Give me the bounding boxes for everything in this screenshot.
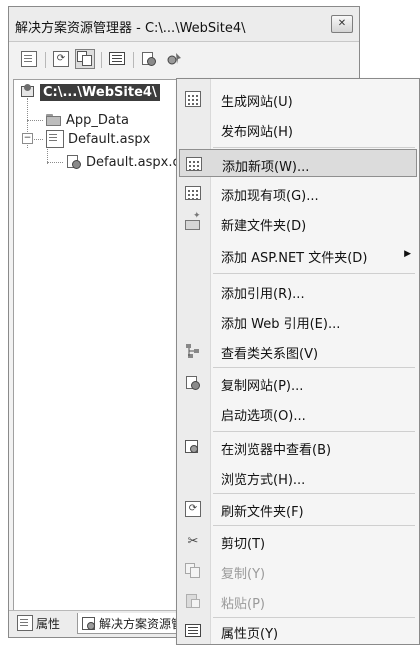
menu-item-label: 剪切(T) <box>221 537 266 552</box>
menu-item-label: 添加 ASP.NET 文件夹(D) <box>221 251 368 266</box>
class-diagram-icon <box>185 343 201 359</box>
nest-related-files-icon <box>77 51 93 67</box>
menu-item-label: 添加引用(R)... <box>221 287 305 302</box>
menu-item-label: 在浏览器中查看(B) <box>221 443 332 458</box>
menu-item-label: 复制(Y) <box>221 567 266 582</box>
menu-item-build-website[interactable]: 生成网站(U) <box>179 85 417 113</box>
copy-icon <box>185 563 201 579</box>
menu-item-add-aspnet-folder[interactable]: 添加 ASP.NET 文件夹(D) ▶ <box>179 241 417 269</box>
submenu-arrow-icon: ▶ <box>404 249 411 259</box>
menu-separator <box>213 431 415 432</box>
menu-separator <box>213 367 415 368</box>
folder-icon <box>46 112 62 128</box>
copy-website-button[interactable] <box>139 49 159 69</box>
tree-node-default-aspx-cs[interactable]: Default.aspx.cs <box>66 152 186 172</box>
properties-tab-icon <box>17 615 33 631</box>
menu-item-label: 查看类关系图(V) <box>221 347 319 362</box>
menu-item-add-new-item[interactable]: 添加新项(W)... <box>179 149 417 177</box>
refresh-icon: ⟳ <box>53 51 69 67</box>
tree-node-label: Default.aspx.cs <box>86 154 187 170</box>
menu-item-label: 刷新文件夹(F) <box>221 505 304 520</box>
tree-connector <box>32 139 43 140</box>
view-code-icon <box>109 51 125 67</box>
cut-icon: ✂ <box>187 533 199 549</box>
solution-explorer-tab-icon <box>82 616 96 630</box>
menu-item-label: 粘贴(P) <box>221 597 265 612</box>
menu-item-new-folder[interactable]: 新建文件夹(D) <box>179 209 417 237</box>
menu-item-add-existing-item[interactable]: 添加现有项(G)... <box>179 179 417 207</box>
menu-item-copy-website[interactable]: 复制网站(P)... <box>179 369 417 397</box>
close-icon: ✕ <box>337 18 347 29</box>
refresh-folder-icon: ⟳ <box>185 501 201 517</box>
menu-item-label: 复制网站(P)... <box>221 379 304 394</box>
build-icon <box>185 91 201 107</box>
menu-item-label: 生成网站(U) <box>221 95 293 110</box>
menu-item-publish-website[interactable]: 发布网站(H) <box>179 115 417 143</box>
tree-connector <box>27 120 43 121</box>
nest-related-files-button[interactable] <box>75 49 95 69</box>
copy-website-icon <box>185 375 201 391</box>
toolbar-separator <box>45 52 46 68</box>
new-folder-icon <box>185 211 201 231</box>
refresh-button[interactable]: ⟳ <box>51 49 71 69</box>
menu-item-label: 新建文件夹(D) <box>221 219 307 234</box>
menu-item-label: 发布网站(H) <box>221 125 293 140</box>
menu-item-cut[interactable]: ✂ 剪切(T) <box>179 527 417 555</box>
menu-item-label: 添加现有项(G)... <box>221 189 319 204</box>
tab-label: 属性 <box>36 616 61 631</box>
menu-separator <box>213 493 415 494</box>
tree-node-app-data[interactable]: App_Data <box>46 110 129 130</box>
collapse-toggle[interactable]: − <box>22 133 33 144</box>
tab-properties[interactable]: 属性 <box>13 613 64 633</box>
toolbar-separator <box>133 52 134 68</box>
view-in-browser-icon <box>185 439 201 455</box>
close-button[interactable]: ✕ <box>331 15 353 33</box>
add-new-item-icon <box>186 156 202 172</box>
menu-item-property-pages[interactable]: 属性页(Y) <box>179 617 417 645</box>
menu-separator <box>213 525 415 526</box>
menu-item-add-reference[interactable]: 添加引用(R)... <box>179 277 417 305</box>
tree-node-label: C:\...\WebSite4\ <box>40 83 160 101</box>
menu-item-copy[interactable]: 复制(Y) <box>179 557 417 585</box>
copy-website-icon <box>141 51 157 67</box>
menu-item-refresh-folder[interactable]: ⟳ 刷新文件夹(F) <box>179 495 417 523</box>
tree-connector <box>47 162 63 163</box>
property-pages-icon <box>185 623 201 639</box>
aspx-page-icon <box>46 130 64 148</box>
paste-icon <box>185 593 201 609</box>
menu-item-view-class-diagram[interactable]: 查看类关系图(V) <box>179 337 417 365</box>
menu-item-paste[interactable]: 粘贴(P) <box>179 587 417 615</box>
menu-separator <box>213 147 415 148</box>
toolbar-separator <box>101 52 102 68</box>
tree-node-default-aspx[interactable]: Default.aspx <box>46 129 150 149</box>
menu-item-label: 添加 Web 引用(E)... <box>221 317 341 332</box>
tree-node-website-root[interactable]: C:\...\WebSite4\ <box>20 82 160 102</box>
panel-toolbar: ⟳ <box>9 45 359 77</box>
properties-button[interactable] <box>19 49 39 69</box>
menu-item-label: 添加新项(W)... <box>222 160 310 175</box>
tree-node-label: Default.aspx <box>68 131 151 147</box>
panel-title: 解决方案资源管理器 - C:\...\WebSite4\ <box>15 21 246 36</box>
menu-item-add-web-reference[interactable]: 添加 Web 引用(E)... <box>179 307 417 335</box>
properties-icon <box>21 51 37 67</box>
website-icon <box>20 84 36 100</box>
tree-node-label: App_Data <box>66 112 129 128</box>
add-existing-item-icon <box>185 185 201 201</box>
code-file-icon <box>66 154 82 170</box>
view-code-button[interactable] <box>107 49 127 69</box>
asp-net-configuration-icon <box>167 51 183 67</box>
panel-titlebar: 解决方案资源管理器 - C:\...\WebSite4\ ✕ <box>9 7 359 42</box>
menu-item-startup-options[interactable]: 启动选项(O)... <box>179 399 417 427</box>
menu-separator <box>213 273 415 274</box>
menu-item-label: 浏览方式(H)... <box>221 473 306 488</box>
menu-item-label: 启动选项(O)... <box>221 409 306 424</box>
menu-item-label: 属性页(Y) <box>221 627 279 642</box>
context-menu: 生成网站(U) 发布网站(H) 添加新项(W)... 添加现有项(G)... 新… <box>176 78 420 645</box>
asp-net-configuration-button[interactable] <box>165 49 185 69</box>
menu-item-browse-with[interactable]: 浏览方式(H)... <box>179 463 417 491</box>
menu-item-view-in-browser[interactable]: 在浏览器中查看(B) <box>179 433 417 461</box>
